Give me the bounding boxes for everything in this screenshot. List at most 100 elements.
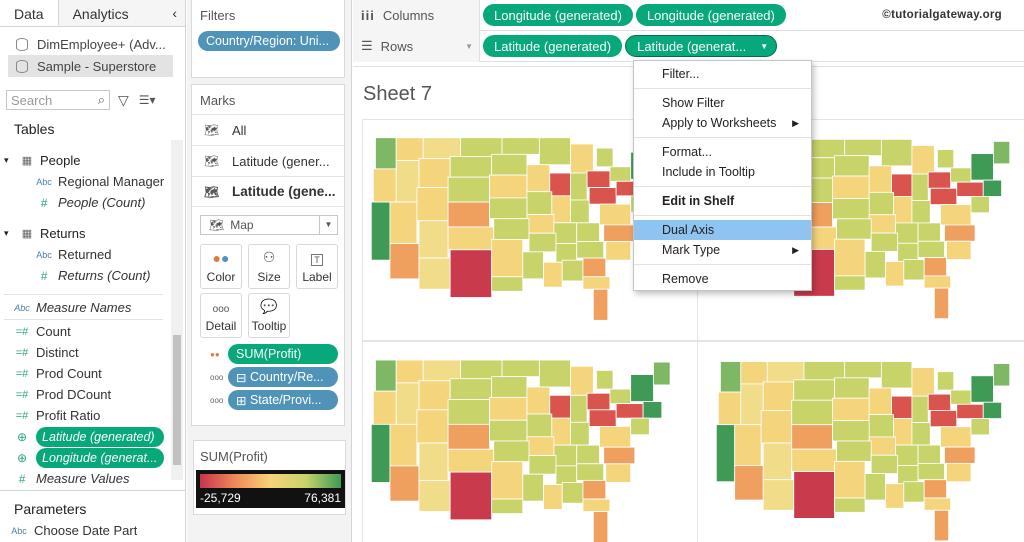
parameter-choose-date-part[interactable]: Abc Choose Date Part bbox=[4, 520, 137, 541]
state-shape[interactable] bbox=[923, 497, 952, 511]
state-shape[interactable] bbox=[885, 483, 905, 509]
state-shape[interactable] bbox=[416, 409, 449, 444]
state-shape[interactable] bbox=[940, 426, 972, 448]
datasource-dimemployee[interactable]: DimEmployee+ (Adv... bbox=[0, 33, 185, 55]
state-shape[interactable] bbox=[653, 361, 671, 386]
state-shape[interactable] bbox=[605, 463, 632, 483]
state-shape[interactable] bbox=[592, 288, 609, 321]
state-shape[interactable] bbox=[868, 214, 897, 234]
state-shape[interactable] bbox=[375, 359, 397, 392]
state-shape[interactable] bbox=[395, 359, 424, 384]
state-shape[interactable] bbox=[551, 195, 571, 224]
state-shape[interactable] bbox=[868, 191, 895, 216]
field-distinct[interactable]: =# Distinct bbox=[0, 342, 185, 363]
state-shape[interactable] bbox=[447, 201, 490, 228]
state-shape[interactable] bbox=[570, 143, 594, 174]
state-shape[interactable] bbox=[422, 137, 461, 159]
state-shape[interactable] bbox=[599, 426, 632, 448]
table-group-people[interactable]: ▾ ▦ People bbox=[0, 149, 185, 171]
state-shape[interactable] bbox=[570, 394, 588, 423]
state-shape[interactable] bbox=[549, 394, 571, 419]
state-shape[interactable] bbox=[449, 155, 493, 178]
state-shape[interactable] bbox=[895, 444, 919, 466]
state-shape[interactable] bbox=[570, 365, 594, 396]
state-shape[interactable] bbox=[447, 448, 495, 473]
state-shape[interactable] bbox=[522, 251, 544, 280]
state-shape[interactable] bbox=[864, 473, 886, 501]
detail-button[interactable]: ooo Detail bbox=[200, 293, 242, 338]
menu-item-edit-in-shelf[interactable]: Edit in Shelf bbox=[634, 191, 811, 211]
state-shape[interactable] bbox=[917, 222, 941, 242]
state-shape[interactable] bbox=[893, 196, 913, 224]
state-shape[interactable] bbox=[834, 497, 866, 513]
state-shape[interactable] bbox=[418, 257, 451, 290]
state-shape[interactable] bbox=[582, 276, 611, 290]
size-button[interactable]: ⚇ Size bbox=[248, 244, 290, 289]
rows-pill-latitude-1[interactable]: Latitude (generated) bbox=[483, 35, 623, 57]
state-shape[interactable] bbox=[734, 465, 764, 501]
state-shape[interactable] bbox=[836, 218, 872, 240]
state-shape[interactable] bbox=[868, 436, 897, 456]
state-shape[interactable] bbox=[522, 473, 544, 502]
chevron-down-icon[interactable]: ▼ bbox=[760, 42, 768, 51]
state-shape[interactable] bbox=[422, 359, 461, 382]
state-shape[interactable] bbox=[897, 465, 919, 485]
state-shape[interactable] bbox=[897, 242, 919, 263]
state-shape[interactable] bbox=[903, 481, 925, 503]
state-shape[interactable] bbox=[416, 187, 449, 222]
state-shape[interactable] bbox=[599, 203, 632, 226]
marks-row-latitude-1[interactable]: 🗺 Latitude (gener... bbox=[192, 145, 344, 176]
state-shape[interactable] bbox=[917, 240, 945, 258]
state-shape[interactable] bbox=[551, 417, 571, 446]
state-shape[interactable] bbox=[970, 196, 990, 214]
view-options-icon[interactable]: ☰▾ bbox=[139, 93, 156, 107]
state-shape[interactable] bbox=[588, 187, 617, 205]
search-input[interactable]: Search ⌕ bbox=[6, 90, 110, 110]
state-shape[interactable] bbox=[793, 379, 835, 401]
state-shape[interactable] bbox=[588, 409, 617, 427]
state-shape[interactable] bbox=[880, 138, 913, 167]
state-shape[interactable] bbox=[526, 386, 551, 415]
columns-pill-longitude-1[interactable]: Longitude (generated) bbox=[483, 4, 633, 26]
state-shape[interactable] bbox=[570, 199, 590, 224]
state-shape[interactable] bbox=[630, 417, 650, 436]
state-shape[interactable] bbox=[923, 479, 947, 499]
state-shape[interactable] bbox=[418, 220, 449, 259]
state-shape[interactable] bbox=[576, 463, 605, 481]
state-shape[interactable] bbox=[911, 173, 929, 201]
field-longitude-generated[interactable]: ⊕ Longitude (generat... bbox=[0, 447, 185, 468]
state-shape[interactable] bbox=[923, 257, 947, 277]
state-shape[interactable] bbox=[891, 395, 913, 419]
state-shape[interactable] bbox=[418, 380, 451, 411]
state-shape[interactable] bbox=[389, 423, 418, 467]
state-shape[interactable] bbox=[582, 479, 607, 500]
state-shape[interactable] bbox=[762, 381, 795, 411]
state-shape[interactable] bbox=[868, 387, 892, 415]
state-shape[interactable] bbox=[834, 238, 866, 277]
state-shape[interactable] bbox=[868, 414, 895, 438]
state-shape[interactable] bbox=[576, 222, 600, 242]
tooltip-button[interactable]: 💬 Tooltip bbox=[248, 293, 290, 338]
state-shape[interactable] bbox=[561, 482, 584, 504]
state-shape[interactable] bbox=[923, 275, 952, 289]
state-shape[interactable] bbox=[493, 218, 530, 240]
state-shape[interactable] bbox=[528, 455, 557, 475]
field-prod-dcount[interactable]: =# Prod DCount bbox=[0, 384, 185, 405]
state-shape[interactable] bbox=[389, 201, 418, 244]
state-shape[interactable] bbox=[762, 442, 793, 481]
state-shape[interactable] bbox=[970, 375, 994, 403]
state-shape[interactable] bbox=[395, 160, 420, 203]
state-shape[interactable] bbox=[586, 170, 611, 188]
state-shape[interactable] bbox=[526, 436, 555, 456]
state-shape[interactable] bbox=[970, 418, 990, 436]
state-shape[interactable] bbox=[944, 224, 976, 242]
state-shape[interactable] bbox=[576, 444, 600, 465]
state-shape[interactable] bbox=[870, 232, 899, 252]
tab-data[interactable]: Data bbox=[0, 0, 59, 26]
rows-shelf[interactable]: ☰ Rows ▼ Latitude (generated) Latitude (… bbox=[353, 30, 1024, 62]
datasource-superstore[interactable]: Sample - Superstore bbox=[8, 55, 173, 77]
menu-item-apply-to-worksheets[interactable]: Apply to Worksheets ▶ bbox=[634, 113, 811, 133]
state-shape[interactable] bbox=[370, 423, 391, 483]
color-legend[interactable]: SUM(Profit) -25,729 76,381 bbox=[193, 440, 346, 515]
state-shape[interactable] bbox=[891, 173, 913, 197]
